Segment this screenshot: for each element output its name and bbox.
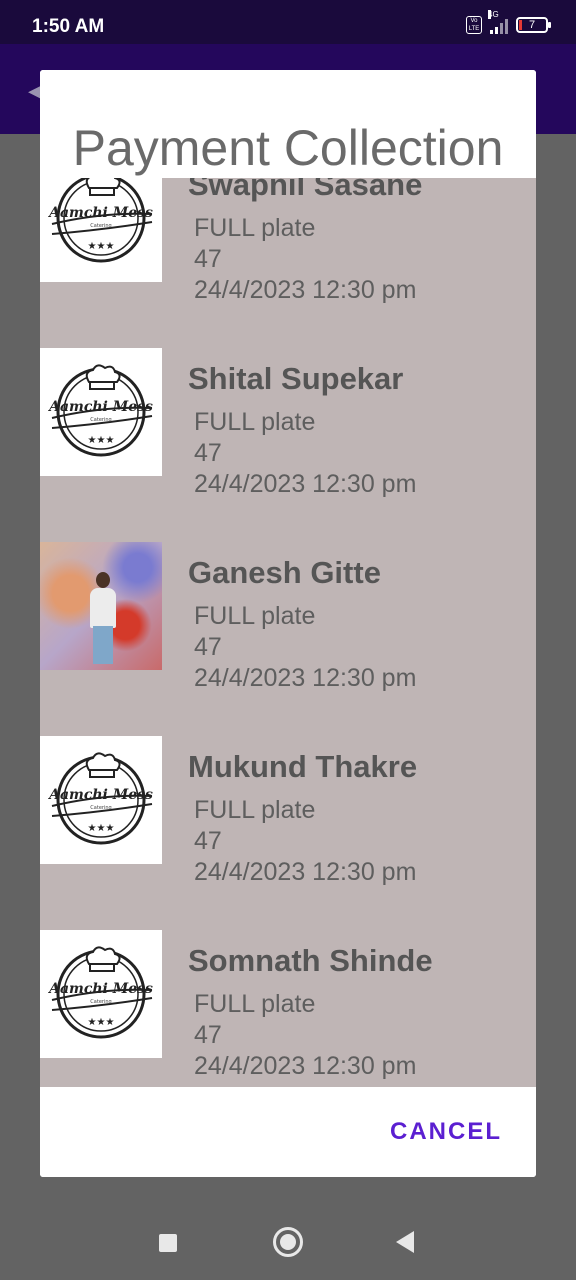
date-time: 24/4/2023 12:30 pm — [194, 276, 417, 304]
logo-subtext: Catering — [90, 805, 111, 811]
mess-logo-icon: Aamchi Mess Catering ★★★ — [47, 946, 153, 1039]
plate-type: FULL plate — [194, 796, 316, 824]
amount: 47 — [194, 827, 222, 855]
date-time: 24/4/2023 12:30 pm — [194, 1052, 417, 1080]
customer-name: Somnath Shinde — [188, 943, 433, 978]
list-item[interactable]: Aamchi Mess Catering ★★★ Somnath Shinde F… — [40, 894, 536, 1087]
svg-text:★★★: ★★★ — [88, 1017, 115, 1028]
user-photo — [40, 542, 162, 670]
payment-collection-dialog: Payment Collection Aamchi Mess Catering … — [40, 70, 536, 1177]
customer-name: Ganesh Gitte — [188, 555, 381, 590]
plate-type: FULL plate — [194, 602, 316, 630]
amount: 47 — [194, 245, 222, 273]
plate-type: FULL plate — [194, 990, 316, 1018]
amount: 47 — [194, 1021, 222, 1049]
logo-text: Aamchi Mess — [47, 787, 153, 803]
svg-text:★★★: ★★★ — [88, 823, 115, 834]
cancel-button[interactable]: CANCEL — [390, 1118, 502, 1146]
customer-name: Shital Supekar — [188, 361, 404, 396]
amount: 47 — [194, 439, 222, 467]
mess-logo-icon: Aamchi Mess Catering ★★★ — [47, 178, 153, 263]
network-type: 4G — [488, 10, 499, 19]
battery-icon: 7 — [516, 17, 551, 33]
logo-subtext: Catering — [90, 223, 111, 229]
mess-logo-icon: Aamchi Mess Catering ★★★ — [47, 752, 153, 845]
logo-subtext: Catering — [90, 999, 111, 1005]
svg-text:★★★: ★★★ — [88, 241, 115, 252]
mess-logo-image: Aamchi Mess Catering ★★★ — [40, 736, 162, 864]
plate-type: FULL plate — [194, 214, 316, 242]
recents-button[interactable] — [159, 1234, 177, 1252]
logo-subtext: Catering — [90, 417, 111, 423]
screen: 1:50 AM Vo LTE 4G 7 ◀ Payment Collection… — [0, 0, 576, 1280]
mess-logo-image: Aamchi Mess Catering ★★★ — [40, 178, 162, 282]
battery-level: 7 — [528, 19, 536, 31]
date-time: 24/4/2023 12:30 pm — [194, 470, 417, 498]
status-time: 1:50 AM — [32, 16, 105, 37]
list-item[interactable]: Aamchi Mess Catering ★★★ Shital Supekar F… — [40, 312, 536, 506]
mess-logo-image: Aamchi Mess Catering ★★★ — [40, 930, 162, 1058]
mess-logo-icon: Aamchi Mess Catering ★★★ — [47, 364, 153, 457]
payment-list[interactable]: Aamchi Mess Catering ★★★ Swapnil Sasane F… — [40, 178, 536, 1087]
svg-text:★★★: ★★★ — [88, 435, 115, 446]
dialog-actions: CANCEL — [40, 1087, 536, 1177]
payment-list-scroll: Aamchi Mess Catering ★★★ Swapnil Sasane F… — [40, 178, 536, 1087]
mess-logo-image: Aamchi Mess Catering ★★★ — [40, 348, 162, 476]
list-item[interactable]: Aamchi Mess Catering ★★★ Mukund Thakre FU… — [40, 700, 536, 894]
customer-name: Swapnil Sasane — [188, 178, 423, 202]
signal-icon: 4G — [488, 10, 508, 34]
customer-name: Mukund Thakre — [188, 749, 418, 784]
dialog-title: Payment Collection — [40, 70, 536, 178]
plate-type: FULL plate — [194, 408, 316, 436]
volte-icon: Vo LTE — [466, 16, 482, 34]
status-icons: Vo LTE 4G 7 — [466, 10, 551, 34]
amount: 47 — [194, 633, 222, 661]
logo-text: Aamchi Mess — [47, 981, 153, 997]
date-time: 24/4/2023 12:30 pm — [194, 664, 417, 692]
dialog-title-text: Payment Collection — [72, 120, 504, 176]
logo-text: Aamchi Mess — [47, 399, 153, 415]
home-button[interactable] — [273, 1227, 303, 1257]
list-item[interactable]: Aamchi Mess Catering ★★★ Swapnil Sasane F… — [40, 178, 536, 312]
list-item[interactable]: Ganesh Gitte FULL plate 47 24/4/2023 12:30 … — [40, 506, 536, 700]
logo-text: Aamchi Mess — [47, 205, 153, 221]
date-time: 24/4/2023 12:30 pm — [194, 858, 417, 886]
back-button[interactable] — [396, 1231, 414, 1253]
